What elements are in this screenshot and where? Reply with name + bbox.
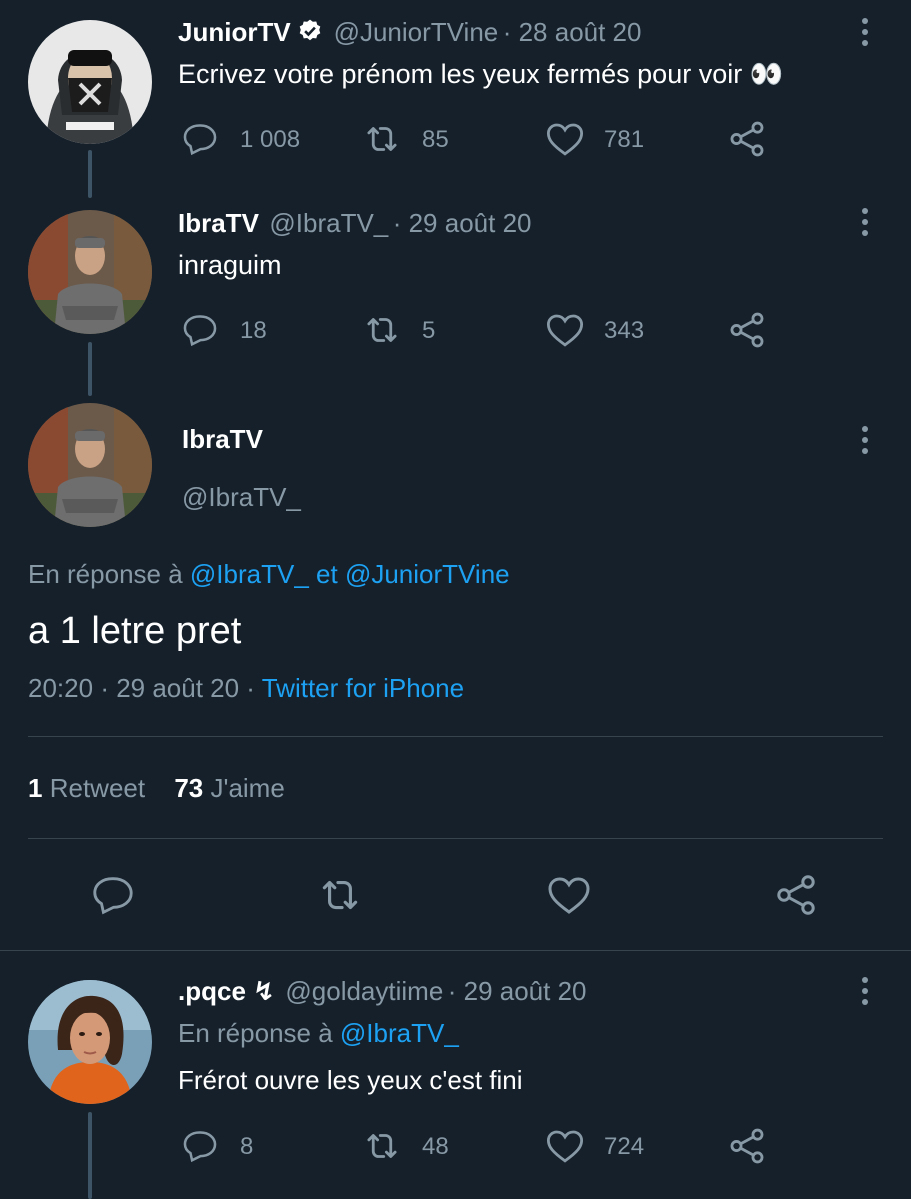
retweet-icon[interactable] [361,1125,403,1167]
like-icon[interactable] [544,1125,586,1167]
author-name[interactable]: .pqce ↯ [178,976,275,1006]
reply-icon[interactable] [181,311,219,349]
author-handle[interactable]: @JuniorTVine [334,17,499,47]
share-icon[interactable] [726,1125,768,1167]
reply-icon[interactable] [181,1127,219,1165]
reply-icon[interactable] [181,120,219,158]
share-icon[interactable] [726,309,768,351]
avatar-juniortv[interactable] [28,20,152,144]
like-label: J'aime [210,773,285,803]
like-count: 343 [604,317,645,344]
author-handle[interactable]: @goldaytiime [285,976,443,1006]
tweet-date[interactable]: · 29 août 20 [393,208,532,238]
tweet-text: Frérot ouvre les yeux c'est fini [178,1065,523,1095]
avatar-ibratv-main[interactable] [28,403,152,527]
like-icon[interactable] [544,118,586,160]
more-icon[interactable] [860,426,870,459]
verified-badge-icon [297,18,323,44]
retweet-count: 5 [422,317,436,344]
reply-context: En réponse à @IbraTV_ [178,1018,459,1049]
reply-count: 8 [240,1133,254,1160]
thread-line [88,1112,92,1199]
author-name[interactable]: IbraTV [182,424,263,455]
reply-count: 1 008 [240,126,301,153]
share-icon[interactable] [772,871,820,919]
more-icon[interactable] [860,208,870,241]
retweet-icon[interactable] [361,118,403,160]
tweet-header: JuniorTV @JuniorTVine · 28 août 20 [178,17,641,48]
retweet-label: Retweet [49,773,146,803]
thread-line [88,342,92,396]
reply-prefix: En réponse à [28,559,183,589]
like-stat[interactable]: 73 J'aime [174,773,284,803]
tweet-header: IbraTV @IbraTV_ · 29 août 20 [178,208,532,239]
reply-mention-link[interactable]: @IbraTV_ [340,1018,459,1048]
divider [0,950,911,951]
avatar-ibratv[interactable] [28,210,152,334]
like-icon[interactable] [545,871,593,919]
author-handle[interactable]: @IbraTV_ [182,482,301,513]
reply-icon[interactable] [90,872,136,918]
more-icon[interactable] [860,18,870,51]
tweet-meta: 20:20 · 29 août 20 · Twitter for iPhone [28,673,464,704]
reply-count: 18 [240,317,267,344]
tweet-text: Ecrivez votre prénom les yeux fermés pou… [178,59,784,89]
reply-and[interactable]: et [316,559,338,589]
share-icon[interactable] [726,118,768,160]
tweet-date[interactable]: · 29 août 20 [448,976,587,1006]
thread-line [88,150,92,198]
engagement-stats: 1 Retweet 73 J'aime [28,773,285,804]
more-icon[interactable] [860,977,870,1010]
reply-context: En réponse à @IbraTV_ et @JuniorTVine [28,559,510,590]
divider [28,838,883,839]
divider [28,736,883,737]
author-name[interactable]: JuniorTV [178,17,291,47]
tweet-date: · 29 août 20 · [100,673,255,703]
tweet-header: .pqce ↯ @goldaytiime · 29 août 20 [178,976,587,1007]
like-count: 781 [604,126,645,153]
avatar-goldaytiime[interactable] [28,980,152,1104]
tweet-date[interactable]: · 28 août 20 [503,17,642,47]
tweet-source-link[interactable]: Twitter for iPhone [262,673,464,703]
author-name[interactable]: IbraTV [178,208,259,238]
tweet-time: 20:20 [28,673,94,703]
reply-mention-link[interactable]: @JuniorTVine [345,559,510,589]
retweet-stat[interactable]: 1 Retweet [28,773,152,803]
retweet-count: 85 [422,126,449,153]
reply-mention-link[interactable]: @IbraTV_ [190,559,309,589]
tweet-text: a 1 letre pret [28,610,242,652]
like-count: 724 [604,1133,645,1160]
like-total: 73 [174,773,204,803]
retweet-icon[interactable] [361,309,403,351]
retweet-total: 1 [28,773,43,803]
like-icon[interactable] [544,309,586,351]
author-handle[interactable]: @IbraTV_ [269,208,388,238]
tweet-text: inraguim [178,250,282,280]
reply-prefix: En réponse à [178,1018,333,1048]
retweet-count: 48 [422,1133,449,1160]
retweet-icon[interactable] [315,870,365,920]
